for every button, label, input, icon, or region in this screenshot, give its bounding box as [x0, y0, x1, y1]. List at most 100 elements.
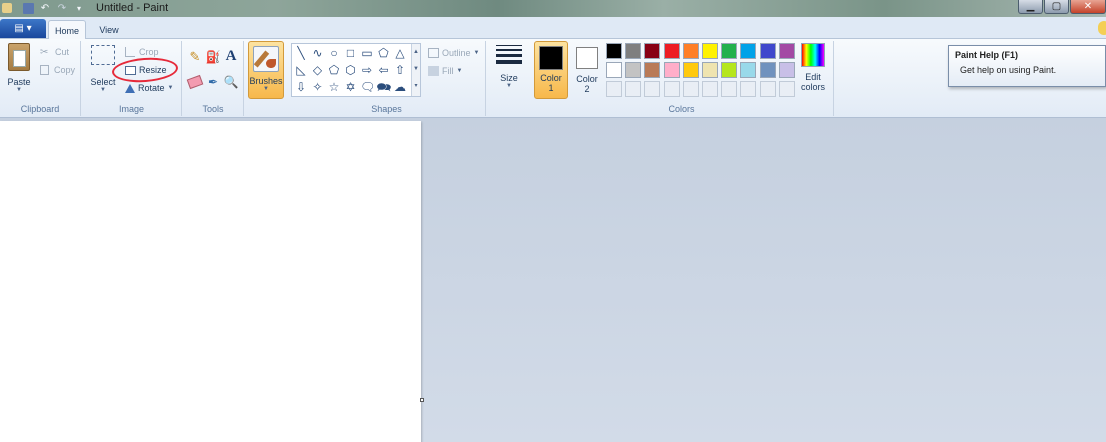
shape-item[interactable]: ☆ [327, 80, 341, 94]
shape-item[interactable]: ⇩ [294, 80, 308, 94]
color-swatch[interactable] [721, 43, 738, 59]
copy-button[interactable]: Copy [40, 62, 75, 78]
colors-group-label: Colors [668, 104, 695, 114]
shape-item[interactable]: 🗨 [360, 80, 375, 94]
custom-color-slot[interactable] [778, 81, 795, 97]
outline-button[interactable]: Outline ▼ [428, 45, 479, 61]
fill-button[interactable]: Fill ▼ [428, 63, 462, 79]
cut-label: Cut [55, 47, 70, 57]
canvas-resize-handle[interactable] [420, 398, 424, 402]
color-swatch[interactable] [644, 43, 661, 59]
color-swatch[interactable] [759, 62, 776, 78]
color-swatch[interactable] [778, 43, 795, 59]
shape-item[interactable]: □ [344, 46, 358, 60]
shape-item[interactable]: ⬠ [377, 46, 391, 60]
shape-item[interactable]: ╲ [294, 46, 308, 60]
color-swatch[interactable] [625, 43, 642, 59]
paint-app-icon [2, 3, 12, 13]
help-icon[interactable] [1098, 21, 1106, 35]
brushes-button[interactable]: Brushes ▼ [248, 41, 284, 99]
shape-item[interactable]: ▭ [360, 46, 374, 60]
shape-item[interactable]: ⬡ [344, 63, 358, 77]
color-swatch[interactable] [759, 43, 776, 59]
color-swatch[interactable] [702, 62, 718, 78]
color-swatch[interactable] [663, 62, 680, 78]
shape-item[interactable]: 🗪 [377, 80, 392, 94]
size-button[interactable]: Size ▼ [492, 41, 526, 89]
custom-color-slot[interactable] [644, 81, 661, 97]
text-icon[interactable]: A [223, 48, 239, 64]
shape-item[interactable]: ◇ [311, 63, 325, 77]
custom-color-slot[interactable] [663, 81, 680, 97]
shape-item[interactable]: ○ [327, 46, 341, 60]
custom-color-slot[interactable] [759, 81, 776, 97]
fill-label: Fill [442, 66, 454, 76]
shape-item[interactable]: ⇦ [377, 63, 391, 77]
magnifier-icon[interactable]: 🔍 [223, 74, 239, 90]
tooltip-title: Paint Help (F1) [955, 50, 1019, 60]
redo-icon[interactable]: ↷ [56, 2, 68, 14]
colors-group: Color 1 Color 2 Edit colors Colors [530, 41, 834, 116]
tab-home[interactable]: Home [48, 20, 86, 40]
shape-item[interactable]: ⇧ [393, 63, 407, 77]
color-swatch[interactable] [721, 62, 738, 78]
drawing-canvas[interactable] [0, 121, 421, 442]
canvas-workspace [0, 118, 1106, 442]
fill-dropdown-icon: ▼ [456, 68, 463, 74]
help-tooltip: Paint Help (F1) Get help on using Paint. [948, 45, 1106, 87]
color-swatch[interactable] [606, 43, 622, 59]
color-spectrum-icon [801, 43, 825, 67]
color-swatch[interactable] [740, 43, 757, 59]
shape-item[interactable]: ⬠ [327, 63, 341, 77]
shape-item[interactable]: ◺ [294, 63, 308, 77]
copy-icon [40, 65, 49, 75]
custom-color-slot[interactable] [721, 81, 738, 97]
color1-label-line1: Color [540, 73, 562, 83]
color-swatch[interactable] [663, 43, 680, 59]
color2-swatch [576, 47, 598, 69]
color-picker-icon[interactable]: ✒ [205, 74, 221, 90]
tab-view[interactable]: View [91, 20, 127, 40]
outline-icon [428, 48, 439, 58]
custom-color-slot[interactable] [606, 81, 622, 97]
custom-color-slot[interactable] [625, 81, 642, 97]
application-menu-button[interactable]: ▤ ▾ [0, 19, 46, 38]
edit-colors-label-line2: colors [800, 82, 825, 92]
shape-item[interactable]: ✡ [344, 80, 358, 94]
color1-button[interactable]: Color 1 [534, 41, 568, 99]
paste-button[interactable]: Paste ▼ [4, 43, 34, 93]
minimize-button[interactable]: ▁ [1018, 0, 1043, 14]
custom-color-slot[interactable] [682, 81, 699, 97]
color-swatch[interactable] [740, 62, 757, 78]
rotate-dropdown-icon: ▼ [167, 85, 174, 91]
pencil-icon[interactable]: ✎ [187, 49, 203, 65]
edit-colors-button[interactable]: Edit colors [796, 43, 830, 92]
close-button[interactable]: ✕ [1070, 0, 1106, 14]
undo-icon[interactable]: ↶ [39, 2, 51, 14]
shapes-gallery-scrollbar[interactable]: ▲ ▼ ▾ [411, 44, 420, 96]
color-swatch[interactable] [778, 62, 795, 78]
color-swatch[interactable] [702, 43, 718, 59]
shape-item[interactable]: ✧ [311, 80, 325, 94]
shape-item[interactable]: ☁ [393, 80, 407, 94]
color2-button[interactable]: Color 2 [570, 41, 604, 99]
rotate-button[interactable]: Rotate ▼ [125, 80, 173, 96]
shape-item[interactable]: ∿ [311, 46, 325, 60]
maximize-button[interactable]: ▢ [1044, 0, 1069, 14]
shape-item[interactable]: ⇨ [360, 63, 374, 77]
cut-button[interactable]: ✂ Cut [40, 44, 69, 60]
custom-color-slot[interactable] [740, 81, 757, 97]
shape-item[interactable]: △ [393, 46, 407, 60]
fill-bucket-icon[interactable]: ⛽ [205, 49, 221, 65]
window-title: Untitled - Paint [96, 2, 169, 14]
color-swatch[interactable] [682, 43, 699, 59]
paste-icon [8, 43, 30, 71]
color-swatch[interactable] [606, 62, 622, 78]
custom-color-slot[interactable] [702, 81, 718, 97]
color-swatch[interactable] [682, 62, 699, 78]
customize-qat-icon[interactable]: ▾ [73, 2, 85, 14]
save-icon[interactable] [23, 2, 34, 14]
color-swatch[interactable] [644, 62, 661, 78]
color-swatch[interactable] [625, 62, 642, 78]
eraser-icon[interactable] [186, 74, 204, 90]
